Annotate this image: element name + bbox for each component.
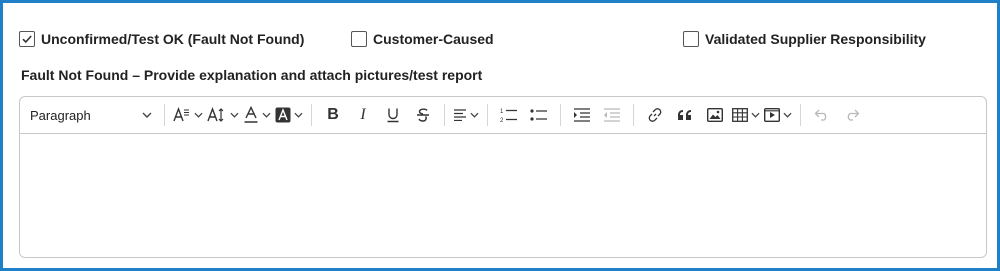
toolbar-separator — [444, 104, 445, 126]
line-height-button[interactable] — [205, 101, 241, 129]
toolbar-separator — [164, 104, 165, 126]
svg-text:2: 2 — [500, 118, 504, 123]
chevron-down-icon — [230, 112, 239, 118]
svg-text:1: 1 — [500, 109, 504, 115]
bold-icon: B — [327, 106, 339, 123]
numbered-list-button[interactable]: 12 — [494, 101, 524, 129]
indent-button[interactable] — [567, 101, 597, 129]
chevron-down-icon — [751, 112, 760, 118]
redo-button[interactable] — [837, 101, 867, 129]
image-button[interactable] — [700, 101, 730, 129]
checkbox-validated-supplier[interactable]: Validated Supplier Responsibility — [683, 31, 926, 47]
editor-toolbar: Paragraph B I 1 2 — [20, 97, 986, 134]
underline-button[interactable] — [378, 101, 408, 129]
checkbox-unchecked-icon[interactable] — [351, 31, 367, 47]
chevron-down-icon — [294, 112, 303, 118]
media-icon — [764, 108, 780, 122]
table-button[interactable] — [730, 101, 762, 129]
highlight-color-button[interactable] — [273, 101, 305, 129]
link-icon — [648, 108, 662, 122]
toolbar-separator — [311, 104, 312, 126]
outdent-button[interactable] — [597, 101, 627, 129]
bullet-list-icon — [530, 109, 547, 121]
chevron-down-icon — [142, 112, 152, 118]
outdent-icon — [604, 108, 620, 122]
chevron-down-icon — [194, 112, 203, 118]
font-color-button[interactable] — [241, 101, 273, 129]
checkbox-label: Validated Supplier Responsibility — [705, 31, 926, 47]
italic-icon: I — [360, 106, 366, 123]
toolbar-separator — [800, 104, 801, 126]
form-panel: Unconfirmed/Test OK (Fault Not Found) Cu… — [0, 0, 1000, 271]
font-size-icon — [173, 107, 189, 122]
toolbar-separator — [560, 104, 561, 126]
image-icon — [707, 108, 723, 122]
checkbox-label: Unconfirmed/Test OK (Fault Not Found) — [41, 31, 305, 47]
editor-content-area[interactable] — [20, 135, 986, 257]
section-title: Fault Not Found – Provide explanation an… — [21, 67, 483, 83]
font-color-icon — [244, 106, 258, 123]
align-icon — [454, 109, 466, 121]
checkbox-checked-icon[interactable] — [19, 31, 35, 47]
toolbar-separator — [487, 104, 488, 126]
chevron-down-icon — [783, 112, 792, 118]
strikethrough-button[interactable] — [408, 101, 438, 129]
link-button[interactable] — [640, 101, 670, 129]
indent-icon — [574, 108, 590, 122]
redo-icon — [847, 109, 860, 121]
underline-icon — [387, 108, 399, 123]
undo-button[interactable] — [807, 101, 837, 129]
highlight-color-icon — [275, 107, 291, 123]
checkbox-customer-caused[interactable]: Customer-Caused — [351, 31, 494, 47]
table-icon — [732, 108, 748, 122]
align-button[interactable] — [451, 101, 481, 129]
undo-icon — [814, 109, 827, 121]
rich-text-editor: Paragraph B I 1 2 — [19, 96, 987, 258]
blockquote-button[interactable] — [670, 101, 700, 129]
checkbox-unchecked-icon[interactable] — [683, 31, 699, 47]
chevron-down-icon — [262, 112, 271, 118]
checkbox-unconfirmed[interactable]: Unconfirmed/Test OK (Fault Not Found) — [19, 31, 304, 47]
font-size-button[interactable] — [171, 101, 205, 129]
toolbar-separator — [633, 104, 634, 126]
chevron-down-icon — [470, 112, 479, 118]
strikethrough-icon — [417, 108, 429, 122]
block-format-label: Paragraph — [30, 107, 91, 123]
checkbox-label: Customer-Caused — [373, 31, 494, 47]
media-button[interactable] — [762, 101, 794, 129]
italic-button[interactable]: I — [348, 101, 378, 129]
numbered-list-icon: 12 — [500, 109, 517, 123]
bullet-list-button[interactable] — [524, 101, 554, 129]
checkbox-row: Unconfirmed/Test OK (Fault Not Found) Cu… — [19, 31, 997, 53]
block-format-dropdown[interactable]: Paragraph — [30, 108, 158, 123]
line-height-icon — [207, 107, 224, 122]
blockquote-icon — [678, 110, 691, 120]
bold-button[interactable]: B — [318, 101, 348, 129]
